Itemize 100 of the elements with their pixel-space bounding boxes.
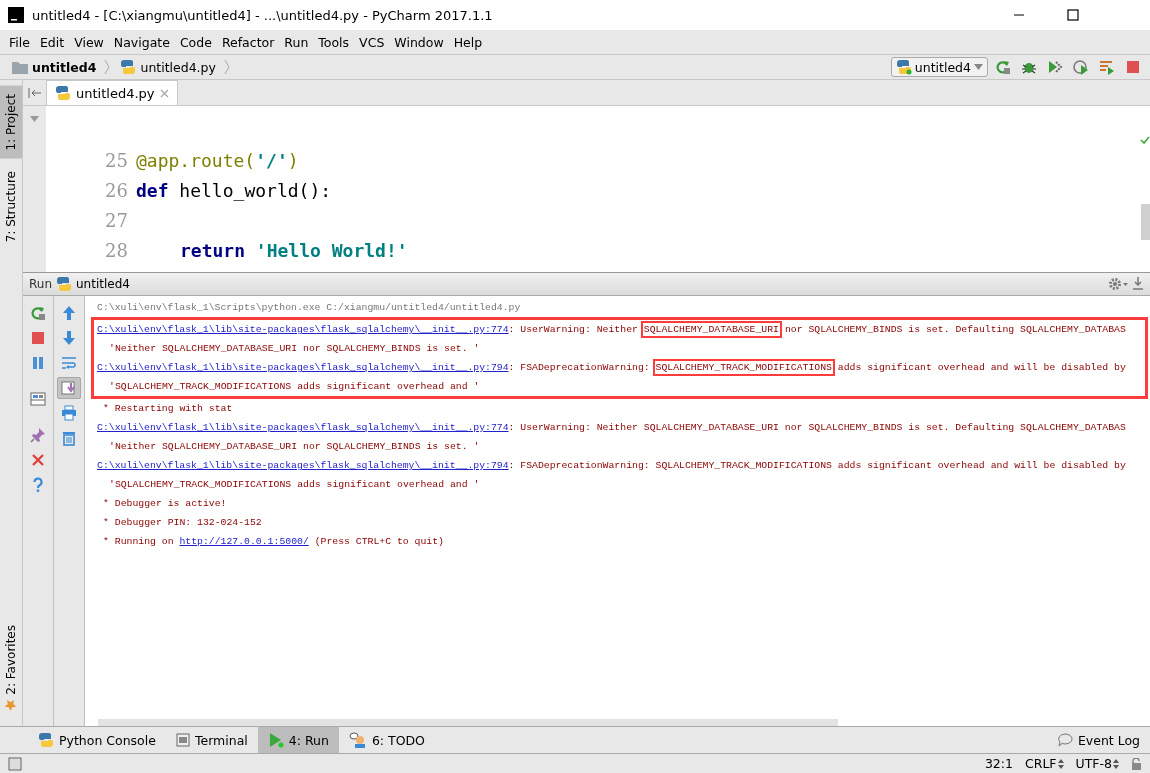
console-line: * Running on http://127.0.0.1:5000/ (Press CTRL+C to quit) — [102, 535, 445, 549]
console-line: * Restarting with stat — [102, 402, 234, 416]
console-line: 'SQLALCHEMY_TRACK_MODIFICATIONS adds significant overhead and ' — [108, 478, 481, 492]
pin-icon — [30, 427, 46, 443]
tool-window-tab[interactable]: 2: Favorites — [0, 617, 22, 720]
tool-window-tab[interactable]: Terminal — [165, 727, 258, 753]
menu-item[interactable]: Edit — [34, 34, 70, 50]
console-link[interactable]: C:\xuli\env\flask_1\lib\site-packages\flask_sqlalchemy\__init__.py:794 — [97, 460, 509, 471]
breadcrumb[interactable]: untitled4 — [6, 58, 101, 76]
highlight-annotation: SQLALCHEMY_TRACK_MODIFICATIONS — [655, 362, 832, 373]
tool-window-tab[interactable]: 1: Project — [0, 86, 22, 159]
menu-item[interactable]: Window — [389, 34, 449, 50]
breadcrumb[interactable]: untitled4.py — [114, 58, 220, 76]
lock-icon[interactable] — [1131, 757, 1142, 770]
menu-item[interactable]: VCS — [354, 34, 390, 50]
speech-bubble-icon — [1056, 733, 1073, 747]
print-icon — [61, 405, 77, 421]
terminal-icon — [175, 733, 190, 747]
run-config-name: untitled4 — [76, 277, 130, 291]
down-arrow-icon — [61, 330, 77, 346]
coverage-icon — [1047, 59, 1063, 75]
line-number: 26 — [104, 179, 129, 203]
python-icon — [895, 59, 912, 75]
stop-icon — [30, 330, 46, 346]
tool-windows-icon[interactable] — [8, 756, 22, 771]
star-icon — [4, 699, 18, 712]
line-number: 28 — [104, 239, 129, 263]
folder-icon — [12, 60, 28, 74]
console-line: C:\xuli\env\flask_1\Scripts\python.exe C:/xiangmu/untitled4/untitled4.py — [97, 301, 522, 315]
menu-item[interactable]: Refactor — [216, 34, 280, 50]
line-number: 25 — [104, 149, 129, 173]
close-icon[interactable] — [159, 88, 169, 98]
scrollbar[interactable] — [1140, 204, 1150, 240]
up-down-icon — [1057, 758, 1064, 769]
help-icon — [30, 477, 46, 493]
scrollbar[interactable] — [98, 719, 838, 726]
chevron-icon — [104, 59, 111, 75]
run-config-dropdown[interactable]: untitled4 — [890, 57, 988, 77]
up-arrow-icon — [61, 305, 77, 321]
profile-icon — [1073, 59, 1089, 75]
caret-icon — [974, 64, 983, 70]
console-line: C:\xuli\env\flask_1\lib\site-packages\flask_sqlalchemy\__init__.py:774: UserWarning: Neither SQLALCHEMY_DATABASE_URI nor SQLALCHEMY_BINDS is set. Defaulting SQLALCHEMY_DATABAS — [97, 421, 1127, 435]
dropdown-arrow-icon[interactable] — [30, 116, 39, 122]
check-icon — [1140, 136, 1150, 144]
run-lines-icon — [1099, 59, 1115, 75]
python-console-icon — [38, 732, 54, 748]
console-line: 'Neither SQLALCHEMY_DATABASE_URI nor SQLALCHEMY_BINDS is set. ' — [108, 440, 481, 454]
hide-icon[interactable] — [1132, 277, 1144, 291]
tool-window-tab[interactable]: 4: Run — [257, 727, 339, 753]
up-down-icon — [1113, 758, 1119, 769]
menu-item[interactable]: File — [4, 34, 35, 50]
window-title: untitled4 - [C:\xiangmu\untitled4] - ...\untitled4.py - PyCharm 2017.1.1 — [32, 7, 494, 23]
tool-window-tab[interactable]: 7: Structure — [0, 162, 22, 250]
python-icon — [120, 59, 137, 75]
console-link[interactable]: C:\xuli\env\flask_1\lib\site-packages\flask_sqlalchemy\__init__.py:774 — [97, 324, 509, 335]
panel-title: Run — [29, 277, 52, 291]
console-line: * Debugger is active! — [102, 497, 228, 511]
console-line: C:\xuli\env\flask_1\lib\site-packages\flask_sqlalchemy\__init__.py:794: FSADeprecationWarning: SQLALCHEMY_TRACK_MODIFICATIONS adds significant overhead and will be disabled by — [97, 358, 1145, 377]
caret-position[interactable]: 32:1 — [984, 756, 1013, 771]
console-line: 'SQLALCHEMY_TRACK_MODIFICATIONS adds significant overhead and ' — [108, 380, 481, 394]
tool-window-tab[interactable]: Python Console — [28, 727, 166, 753]
console-line: * Debugger PIN: 132-024-152 — [102, 516, 263, 530]
event-log-button[interactable]: Event Log — [1046, 727, 1150, 753]
menu-item[interactable]: Help — [448, 34, 488, 50]
console-line: C:\xuli\env\flask_1\lib\site-packages\flask_sqlalchemy\__init__.py:794: FSADeprecationWarning: SQLALCHEMY_TRACK_MODIFICATIONS adds significant overhead and will be disabled by — [97, 459, 1127, 473]
editor-tab[interactable]: untitled4.py — [46, 80, 178, 105]
chevron-icon — [223, 59, 230, 75]
collapse-icon[interactable] — [27, 87, 42, 98]
menu-item[interactable]: Navigate — [108, 34, 175, 50]
menu-item[interactable]: Code — [174, 34, 217, 50]
todo-icon — [348, 732, 367, 748]
menu-item[interactable]: Tools — [313, 34, 355, 50]
maximize-icon — [1067, 9, 1079, 21]
console-link[interactable]: http://127.0.0.1:5000/ — [179, 536, 309, 547]
tool-window-tab[interactable]: 6: TODO — [338, 727, 435, 753]
code-line: @app.route('/') — [136, 149, 299, 173]
menu-item[interactable]: Run — [279, 34, 314, 50]
line-number: 27 — [104, 209, 129, 233]
pause-icon — [30, 355, 46, 371]
python-icon — [56, 276, 72, 292]
run-icon — [267, 732, 284, 748]
stop-icon — [1125, 59, 1141, 75]
app-logo-icon — [8, 7, 24, 23]
layout-icon — [30, 391, 46, 407]
console-line: C:\xuli\env\flask_1\lib\site-packages\flask_sqlalchemy\__init__.py:774: UserWarning: Neither SQLALCHEMY_DATABASE_URI nor SQLALCHEMY_BINDS is set. Defaulting SQLALCHEMY_DATABAS — [97, 320, 1145, 339]
menu-item[interactable]: View — [69, 34, 109, 50]
soft-wrap-icon — [61, 355, 77, 371]
highlight-annotation: SQLALCHEMY_DATABASE_URI — [643, 324, 779, 335]
console-line: 'Neither SQLALCHEMY_DATABASE_URI nor SQLALCHEMY_BINDS is set. ' — [108, 342, 481, 356]
python-icon — [55, 85, 71, 101]
encoding-selector[interactable]: UTF-8 — [1075, 756, 1119, 771]
settings-icon[interactable] — [1108, 277, 1128, 291]
code-line: def hello_world(): — [136, 179, 332, 203]
console-link[interactable]: C:\xuli\env\flask_1\lib\site-packages\flask_sqlalchemy\__init__.py:774 — [97, 422, 509, 433]
rerun-icon — [995, 59, 1011, 75]
line-separator-selector[interactable]: CRLF — [1024, 756, 1064, 771]
toggle-button[interactable] — [57, 377, 81, 399]
close-icon — [30, 452, 46, 468]
scroll-to-end-icon — [61, 380, 77, 396]
console-link[interactable]: C:\xuli\env\flask_1\lib\site-packages\flask_sqlalchemy\__init__.py:794 — [97, 362, 509, 373]
